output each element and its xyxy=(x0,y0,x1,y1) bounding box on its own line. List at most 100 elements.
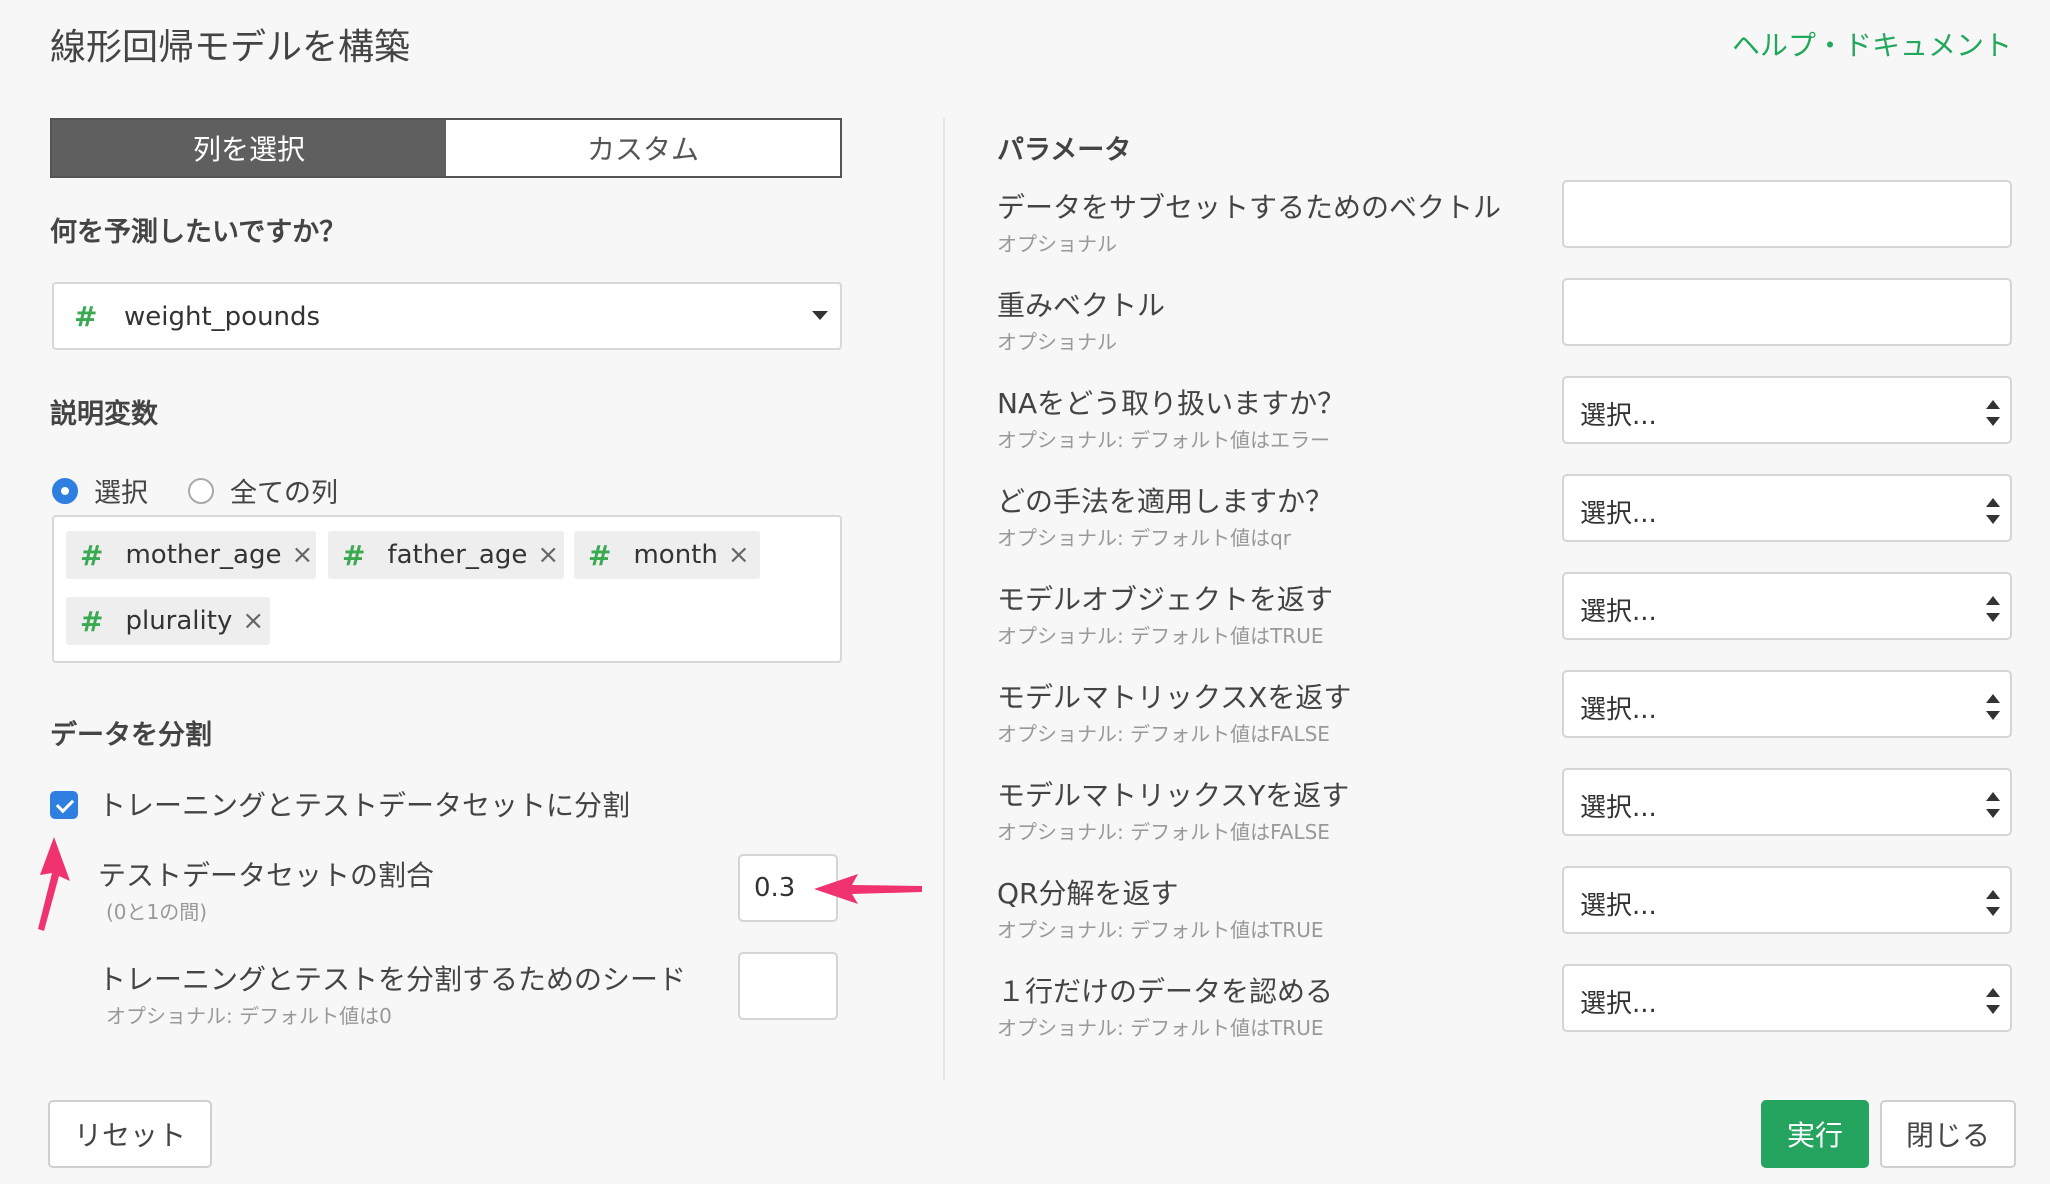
seed-hint: オプショナル: デフォルト値は0 xyxy=(106,1004,392,1028)
remove-tag-icon[interactable]: × xyxy=(242,606,264,636)
updown-icon xyxy=(1986,792,2000,818)
param-row-na-action: NAをどう取り扱いますか？ オプショナル: デフォルト値はエラー 選択... xyxy=(997,374,2012,472)
updown-icon xyxy=(1986,596,2000,622)
test-ratio-label: テストデータセットの割合 xyxy=(98,859,435,892)
numeric-column-icon: # xyxy=(588,538,612,572)
param-label: モデルマトリックスYを返す xyxy=(997,779,1350,812)
tab-custom[interactable]: カスタム xyxy=(446,120,840,176)
updown-icon xyxy=(1986,694,2000,720)
param-label: どの手法を適用しますか？ xyxy=(997,485,1334,518)
remove-tag-icon[interactable]: × xyxy=(292,540,314,570)
singular-ok-select[interactable]: 選択... xyxy=(1562,964,2012,1032)
split-checkbox-label: トレーニングとテストデータセットに分割 xyxy=(98,789,631,822)
remove-tag-icon[interactable]: × xyxy=(728,540,750,570)
numeric-column-icon: # xyxy=(342,538,366,572)
model-matrix-y-select[interactable]: 選択... xyxy=(1562,768,2012,836)
reset-button[interactable]: リセット xyxy=(48,1100,212,1168)
tag-month: # month × xyxy=(574,531,760,579)
param-hint: オプショナル: デフォルト値はFALSE xyxy=(997,820,1330,844)
tag-father-age: # father_age × xyxy=(328,531,564,579)
select-value: 選択... xyxy=(1580,695,1657,725)
numeric-column-icon: # xyxy=(74,300,98,333)
method-select[interactable]: 選択... xyxy=(1562,474,2012,542)
param-row-model-matrix-y: モデルマトリックスYを返す オプショナル: デフォルト値はFALSE 選択... xyxy=(997,766,2012,864)
param-hint: オプショナル: デフォルト値はTRUE xyxy=(997,918,1324,942)
chevron-down-icon xyxy=(812,311,828,320)
radio-selected-icon xyxy=(52,477,78,504)
split-title: データを分割 xyxy=(50,720,212,751)
param-row-model-object: モデルオブジェクトを返す オプショナル: デフォルト値はTRUE 選択... xyxy=(997,570,2012,668)
param-hint: オプショナル: デフォルト値はTRUE xyxy=(997,624,1324,648)
select-value: 選択... xyxy=(1580,989,1657,1019)
radio-select-label: 選択 xyxy=(94,478,148,509)
tag-label: mother_age xyxy=(125,540,282,570)
target-variable-value: weight_pounds xyxy=(124,302,321,332)
param-row-model-matrix-x: モデルマトリックスXを返す オプショナル: デフォルト値はFALSE 選択... xyxy=(997,668,2012,766)
numeric-column-icon: # xyxy=(80,604,104,638)
param-label: １行だけのデータを認める xyxy=(997,975,1334,1008)
param-row-weights: 重みベクトル オプショナル xyxy=(997,276,2012,374)
param-hint: オプショナル: デフォルト値はFALSE xyxy=(997,722,1330,746)
target-variable-select[interactable]: # weight_pounds xyxy=(52,282,842,350)
help-docs-link[interactable]: ヘルプ・ドキュメント xyxy=(1732,24,2012,64)
param-label: モデルマトリックスXを返す xyxy=(997,681,1352,714)
seed-input[interactable] xyxy=(738,952,838,1020)
param-label: データをサブセットするためのベクトル xyxy=(997,191,1502,224)
updown-icon xyxy=(1986,890,2000,916)
tag-label: plurality xyxy=(125,606,233,636)
param-label: 重みベクトル xyxy=(997,289,1166,322)
radio-unselected-icon xyxy=(188,477,214,504)
seed-label: トレーニングとテストを分割するためのシード xyxy=(98,963,687,996)
column-divider xyxy=(943,118,945,1080)
param-row-subset: データをサブセットするためのベクトル オプショナル xyxy=(997,178,2012,276)
subset-vector-input[interactable] xyxy=(1562,180,2012,248)
tag-label: month xyxy=(633,540,718,570)
mode-tabs: 列を選択 カスタム xyxy=(50,118,842,178)
target-question-label: 何を予測したいですか？ xyxy=(50,217,347,248)
tag-plurality: # plurality × xyxy=(66,597,270,645)
param-hint: オプショナル: デフォルト値はqr xyxy=(997,526,1292,550)
split-checkbox[interactable] xyxy=(50,791,78,819)
model-object-select[interactable]: 選択... xyxy=(1562,572,2012,640)
weights-vector-input[interactable] xyxy=(1562,278,2012,346)
qr-select[interactable]: 選択... xyxy=(1562,866,2012,934)
dialog-title: 線形回帰モデルを構築 xyxy=(50,27,411,68)
tag-mother-age: # mother_age × xyxy=(66,531,316,579)
param-hint: オプショナル: デフォルト値はエラー xyxy=(997,428,1331,452)
numeric-column-icon: # xyxy=(80,538,104,572)
updown-icon xyxy=(1986,498,2000,524)
select-value: 選択... xyxy=(1580,401,1657,431)
select-value: 選択... xyxy=(1580,891,1657,921)
remove-tag-icon[interactable]: × xyxy=(537,540,559,570)
explanatory-title: 説明変数 xyxy=(50,399,158,430)
param-row-singular-ok: １行だけのデータを認める オプショナル: デフォルト値はTRUE 選択... xyxy=(997,962,2012,1060)
param-row-qr: QR分解を返す オプショナル: デフォルト値はTRUE 選択... xyxy=(997,864,2012,962)
param-hint: オプショナル xyxy=(997,330,1117,354)
params-title: パラメータ xyxy=(997,135,1132,166)
param-label: モデルオブジェクトを返す xyxy=(997,583,1334,616)
param-label: QR分解を返す xyxy=(997,877,1179,910)
param-hint: オプショナル: デフォルト値はTRUE xyxy=(997,1016,1324,1040)
radio-all-columns-label: 全ての列 xyxy=(230,478,338,509)
test-ratio-hint: (0と1の間) xyxy=(106,900,208,924)
radio-all-columns[interactable]: 全ての列 xyxy=(188,471,338,510)
select-value: 選択... xyxy=(1580,793,1657,823)
tab-select-columns[interactable]: 列を選択 xyxy=(52,120,446,176)
select-value: 選択... xyxy=(1580,597,1657,627)
select-value: 選択... xyxy=(1580,499,1657,529)
radio-select[interactable]: 選択 xyxy=(52,471,148,510)
run-button[interactable]: 実行 xyxy=(1761,1100,1869,1168)
param-label: NAをどう取り扱いますか？ xyxy=(997,387,1346,420)
annotation-arrow-up-icon xyxy=(38,837,70,931)
updown-icon xyxy=(1986,400,2000,426)
annotation-arrow-left-icon xyxy=(814,874,922,904)
explanatory-tag-input[interactable]: # mother_age × # father_age × # month × … xyxy=(52,515,842,663)
param-hint: オプショナル xyxy=(997,232,1117,256)
close-button[interactable]: 閉じる xyxy=(1880,1100,2016,1168)
test-ratio-value: 0.3 xyxy=(754,873,796,903)
param-row-method: どの手法を適用しますか？ オプショナル: デフォルト値はqr 選択... xyxy=(997,472,2012,570)
updown-icon xyxy=(1986,988,2000,1014)
tag-label: father_age xyxy=(387,540,528,570)
na-action-select[interactable]: 選択... xyxy=(1562,376,2012,444)
model-matrix-x-select[interactable]: 選択... xyxy=(1562,670,2012,738)
